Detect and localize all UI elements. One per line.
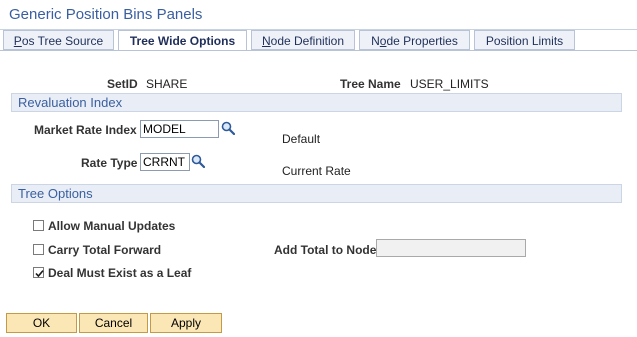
rate-type-field[interactable] [140,153,190,171]
checkmark-icon [35,270,44,278]
search-icon[interactable] [221,121,235,135]
setid-value: SHARE [146,77,188,91]
add-total-to-node-field[interactable] [376,239,526,257]
ok-button[interactable]: OK [6,313,77,333]
deal-must-exist-as-leaf-checkbox[interactable] [33,267,44,278]
setid-label: SetID [107,77,138,91]
allow-manual-updates-checkbox[interactable] [33,220,44,231]
market-rate-index-label: Market Rate Index [34,123,137,137]
tree-name-value: USER_LIMITS [410,77,489,91]
rate-type-label: Rate Type [81,156,138,170]
revaluation-index-title: Revaluation Index [18,95,123,110]
tree-options-title: Tree Options [18,186,93,201]
search-icon[interactable] [191,154,205,168]
market-rate-index-field[interactable] [140,120,219,138]
market-rate-index-description: Default [282,132,321,146]
tab-position-limits[interactable]: Position Limits [474,30,575,50]
tree-name-label: Tree Name [340,77,401,91]
apply-button[interactable]: Apply [150,313,222,333]
carry-total-forward-label: Carry Total Forward [48,243,162,257]
allow-manual-updates-label: Allow Manual Updates [48,219,176,233]
tab-bar: Pos Tree Source Tree Wide Options Node D… [3,30,633,52]
page-title: Generic Position Bins Panels [9,6,203,23]
tree-options-section: Tree Options [11,184,622,203]
tab-node-properties[interactable]: Node Properties [359,30,470,50]
rate-type-description: Current Rate [282,164,351,178]
deal-must-exist-as-leaf-label: Deal Must Exist as a Leaf [48,266,192,280]
carry-total-forward-checkbox[interactable] [33,244,44,255]
tab-pos-tree-source[interactable]: Pos Tree Source [3,30,114,50]
cancel-button[interactable]: Cancel [79,313,148,333]
tabs-divider [0,50,637,51]
tab-node-definition[interactable]: Node Definition [251,30,355,50]
add-total-to-node-label: Add Total to Node [274,243,377,257]
revaluation-index-section: Revaluation Index [11,93,622,112]
tab-tree-wide-options[interactable]: Tree Wide Options [118,30,247,51]
